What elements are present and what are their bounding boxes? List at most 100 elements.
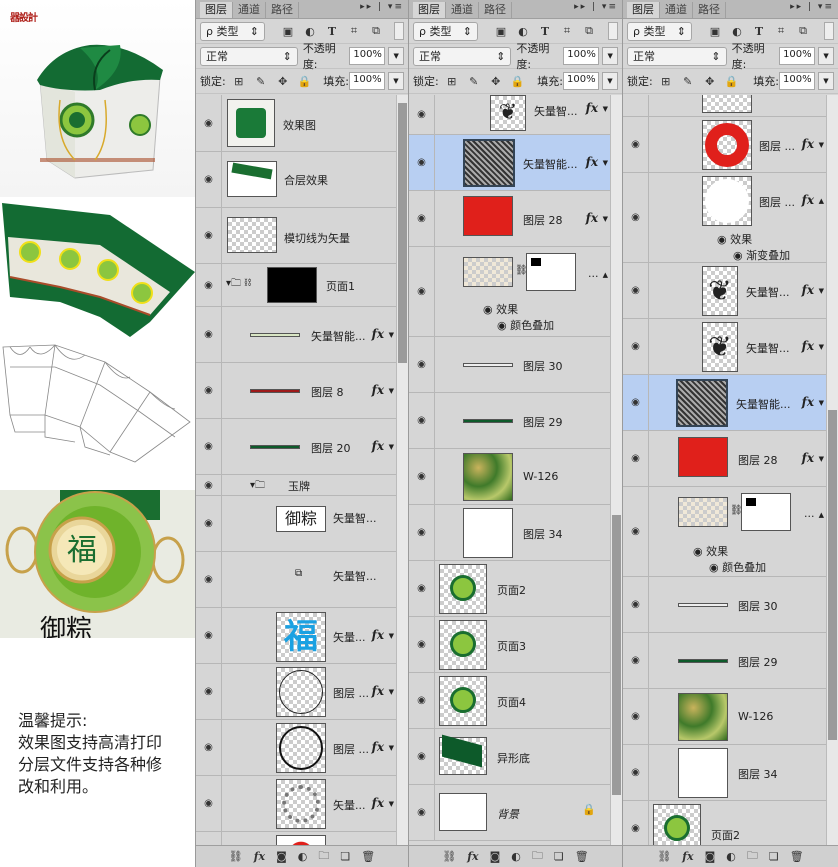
adjustment-layer-icon[interactable]: ◐ (726, 850, 736, 863)
layer-name[interactable]: 页面2 (711, 827, 740, 843)
layer-row[interactable]: ◉ 图层 30 (409, 337, 610, 393)
fx-icon[interactable]: fx (372, 684, 384, 698)
eye-icon[interactable]: ◉ (409, 247, 435, 336)
eye-icon[interactable]: ◉ (409, 393, 435, 448)
expand-effects-icon[interactable]: ▼ (603, 159, 608, 167)
layer-row[interactable]: ◉ 矢量... fx ▼ (196, 776, 396, 832)
layer-row[interactable]: ◉ W-126 (409, 449, 610, 505)
layer-name[interactable]: 图层 28 (523, 212, 563, 228)
layer-name[interactable]: W-126 (523, 470, 558, 483)
adjustment-icon[interactable]: ◐ (728, 25, 746, 38)
expand-effects-icon[interactable]: ▼ (603, 215, 608, 223)
lock-move-icon[interactable]: ✥ (487, 75, 505, 88)
layer-name[interactable]: 页面2 (497, 582, 526, 598)
expand-effects-icon[interactable]: ▼ (819, 455, 824, 463)
layer-row[interactable]: ◉ 御粽 矢量智... (196, 496, 396, 552)
opacity-dropdown[interactable]: ▼ (602, 47, 619, 65)
blend-mode-select[interactable]: 正常 ⇕ (200, 46, 298, 66)
layer-name[interactable]: 背景 (497, 806, 519, 822)
layer-row[interactable]: ◉ 效果图 (196, 95, 396, 152)
eye-icon[interactable]: ◉ (623, 689, 649, 744)
collapse-effects-icon[interactable]: ▲ (819, 197, 824, 205)
tab-paths[interactable]: 路径 (266, 2, 299, 18)
layer-row[interactable]: ◉ 合层效果 (196, 152, 396, 208)
layer-name[interactable]: 图层 28 (738, 452, 778, 468)
layer-row[interactable]: ◉ ❦ 矢量智... fx ▼ (623, 263, 826, 319)
group-icon[interactable]: 🗀 (318, 847, 329, 866)
tab-channels[interactable]: 通道 (233, 2, 266, 18)
fx-icon[interactable]: fx (586, 101, 598, 115)
fx-icon[interactable]: fx (372, 796, 384, 810)
eye-icon[interactable]: ◉ (409, 785, 435, 840)
expand-effects-icon[interactable]: ▼ (389, 800, 394, 808)
opacity-dropdown[interactable]: ▼ (818, 47, 834, 65)
eye-icon[interactable]: ◉ (196, 608, 222, 663)
layer-row[interactable]: ◉ 图层 ... fx ▼ (196, 664, 396, 720)
layer-name[interactable]: 图层 30 (738, 598, 778, 614)
filter-kind-select[interactable]: ρ 类型 ⇕ (627, 21, 692, 41)
adjustment-icon[interactable]: ◐ (301, 25, 319, 38)
trash-icon[interactable]: 🗑 (361, 850, 375, 863)
mask-icon[interactable]: ◙ (490, 850, 501, 863)
fx-icon[interactable]: fx (802, 339, 814, 353)
eye-icon[interactable]: ◉ (196, 552, 222, 607)
lock-transparent-icon[interactable]: ⊞ (230, 75, 248, 88)
layer-row[interactable]: ◉ ❦ 矢量智... fx ▼ (623, 319, 826, 375)
tab-layers[interactable]: 图层 (627, 2, 660, 18)
layer-group-row[interactable]: ◉ ▾🗀 玉牌 (196, 475, 396, 496)
layer-row[interactable]: ◉ 背景 🔒 (409, 785, 610, 841)
layer-group-row[interactable]: ◉ ▾🗀 ⛓ 页面1 (196, 264, 396, 307)
layer-name[interactable]: 页面1 (326, 278, 355, 294)
eye-icon[interactable]: ◉ (623, 577, 649, 632)
eye-icon[interactable]: ◉ (409, 617, 435, 672)
fill-dropdown[interactable]: ▼ (818, 72, 834, 90)
layer-row[interactable]: ◉ ❦ 矢量智... fx ▼ (409, 95, 610, 135)
expand-effects-icon[interactable]: ▼ (819, 343, 824, 351)
layer-name[interactable]: 图层 ... (759, 194, 795, 210)
layer-name[interactable]: 矢量... (333, 797, 366, 813)
lock-transparent-icon[interactable]: ⊞ (443, 75, 461, 88)
image-icon[interactable]: ▣ (706, 25, 724, 38)
smart-object-icon[interactable]: ⧉ (367, 24, 385, 38)
layer-name[interactable]: 图层 29 (523, 414, 563, 430)
mask-icon[interactable]: ◙ (276, 850, 287, 863)
layer-row[interactable]: ◉ 图层 ... fx ▲ ◉ 效果 ◉ 渐变叠加 (623, 173, 826, 263)
panel-menu-button[interactable]: ▸▸ | ▾≡ (790, 2, 834, 12)
fx-icon[interactable]: fx (372, 383, 384, 397)
layer-name[interactable]: 玉牌 (288, 478, 310, 494)
layer-name[interactable]: ... (588, 267, 599, 280)
layer-row[interactable]: ◉ 图层 29 (623, 633, 826, 689)
lock-all-icon[interactable]: 🔒 (723, 75, 741, 88)
eye-icon[interactable]: ◉ (196, 419, 222, 474)
lock-paint-icon[interactable]: ✎ (679, 75, 697, 88)
layer-name[interactable]: 异形底 (497, 750, 530, 766)
panel-menu-button[interactable]: ▸▸ | ▾≡ (360, 2, 404, 12)
layer-row[interactable]: ◉ 图层 ... fx ▼ (623, 117, 826, 173)
tab-paths[interactable]: 路径 (693, 2, 726, 18)
filter-toggle[interactable] (394, 22, 404, 40)
eye-icon[interactable]: ◉ (409, 191, 435, 246)
layer-name[interactable]: 矢量智... (534, 103, 578, 119)
expand-effects-icon[interactable]: ▼ (389, 331, 394, 339)
opacity-input[interactable]: 100% (779, 47, 816, 65)
link-icon[interactable]: ⛓ (442, 850, 456, 863)
eye-icon[interactable]: ◉ (196, 776, 222, 831)
adjustment-layer-icon[interactable]: ◐ (511, 850, 521, 863)
layer-name[interactable]: 效果图 (283, 117, 316, 133)
layer-row[interactable]: ◉ ⧉ 矢量智... (196, 552, 396, 608)
expand-effects-icon[interactable]: ▼ (389, 387, 394, 395)
layer-name[interactable]: 矢量智能... (523, 156, 578, 172)
opacity-input[interactable]: 100% (563, 47, 600, 65)
layer-name[interactable]: 图层 29 (738, 654, 778, 670)
text-icon[interactable]: T (750, 25, 768, 38)
layer-row[interactable] (196, 832, 396, 845)
scrollbar-thumb[interactable] (612, 515, 621, 795)
tab-layers[interactable]: 图层 (413, 2, 446, 18)
layer-name[interactable]: 图层 30 (523, 358, 563, 374)
fx-icon[interactable]: fx (372, 327, 384, 341)
folder-expand-icon[interactable]: ▾🗀 ⛓ (226, 276, 251, 293)
group-icon[interactable]: 🗀 (532, 847, 543, 866)
text-icon[interactable]: T (323, 25, 341, 38)
effect-color-overlay[interactable]: ◉ 颜色叠加 (497, 317, 554, 333)
layer-row[interactable]: ◉ 图层 30 (623, 577, 826, 633)
